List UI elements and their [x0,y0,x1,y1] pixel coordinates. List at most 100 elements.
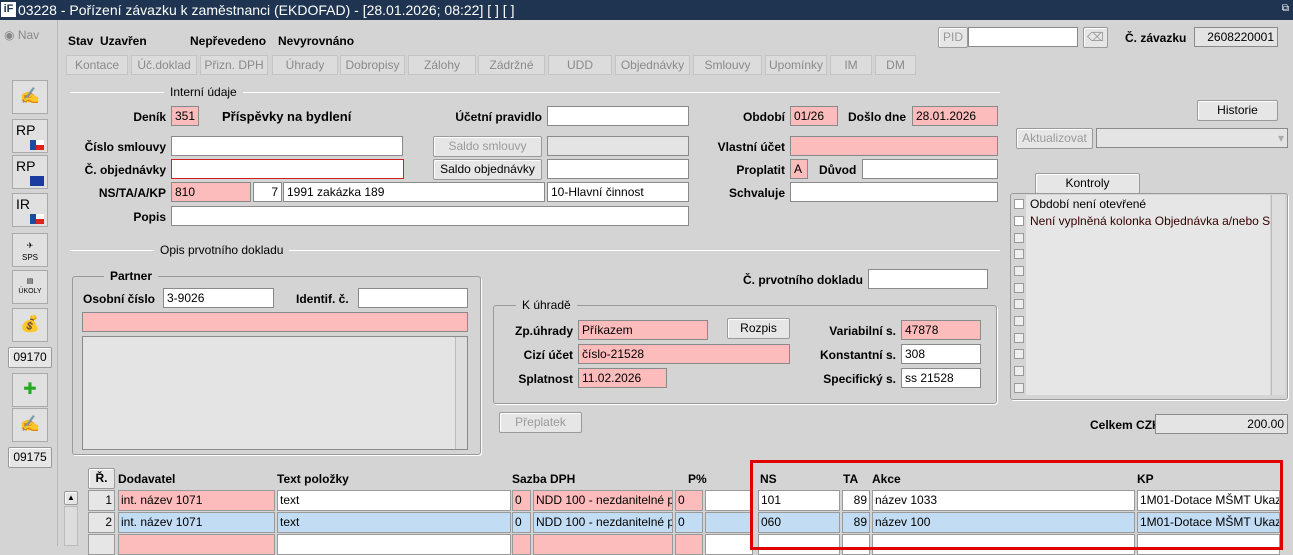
sps-icon[interactable]: ✈ SPS [12,233,48,267]
code-09170-button[interactable]: 09170 [8,347,52,368]
doslo-field[interactable]: 28.01.2026 [912,106,998,126]
aktualizovat-select[interactable]: ▾ [1096,128,1288,148]
cell-dodavatel[interactable]: int. název 1071 [118,490,275,511]
pid-input[interactable] [968,27,1078,47]
denik-field[interactable]: 351 [171,106,199,126]
tab-objednavky[interactable]: Objednávky [615,55,690,75]
kontroly-scrollbar[interactable] [1271,195,1285,395]
checkbox[interactable] [1014,266,1024,276]
cell-text[interactable]: text [277,512,511,533]
obdobi-field[interactable]: 01/26 [790,106,838,126]
rp-eu-icon[interactable]: RP [12,155,48,189]
restore-icon[interactable]: ⧉ [1282,3,1289,14]
tab-prizn-dph[interactable]: Přizn. DPH [200,55,268,75]
aktualizovat-button[interactable]: Aktualizovat [1016,128,1093,149]
tab-kontace[interactable]: Kontace [66,55,128,75]
objednavka-field[interactable] [171,159,404,179]
tab-dobropisy[interactable]: Dobropisy [340,55,405,75]
checkbox[interactable] [1014,299,1024,309]
cell-r[interactable]: 1 [88,490,115,511]
checkbox[interactable] [1014,366,1024,376]
signature-icon[interactable]: ✍ [12,80,48,114]
pid-button[interactable]: PID [938,27,968,48]
osobni-cislo-field[interactable]: 3-9026 [163,288,274,308]
cell-text[interactable]: text [277,490,511,511]
signature-icon-2[interactable]: ✍ [12,408,48,442]
partner-address-textarea[interactable] [82,336,468,450]
checkbox[interactable] [1014,383,1024,393]
ukoly-icon[interactable]: ▤ ÚKOLY [12,270,48,304]
checkbox-1[interactable] [1014,199,1024,209]
nav-toggle[interactable]: ◉ Nav [4,28,39,42]
tab-udd[interactable]: UDD [548,55,612,75]
splatnost-field[interactable]: 11.02.2026 [578,368,667,388]
address-scrollbar[interactable] [455,337,467,449]
tab-im[interactable]: IM [830,55,872,75]
clear-pid-icon[interactable]: ⌫ [1083,27,1108,48]
prvotni-doklad-field[interactable] [868,269,988,289]
historie-button[interactable]: Historie [1197,100,1278,121]
ns-field[interactable]: 810 [171,182,251,202]
cell-sazba[interactable]: 0 [512,490,531,511]
table-scrollbar[interactable] [64,506,78,546]
checkbox-2[interactable] [1014,216,1024,226]
cell-sazba[interactable]: 0 [512,512,531,533]
cell-r[interactable] [88,534,115,555]
identif-field[interactable] [358,288,468,308]
code-09175-button[interactable]: 09175 [8,447,52,468]
cell-text[interactable] [277,534,511,555]
popis-field[interactable] [171,206,689,226]
cell-dph[interactable]: NDD 100 - nezdanitelné p [533,512,673,533]
money-bag-icon[interactable]: 💰 [12,308,48,342]
checkbox[interactable] [1014,333,1024,343]
cell-r[interactable]: 2 [88,512,115,533]
tab-uhrady[interactable]: Úhrady [272,55,338,75]
zp-uhrady-field[interactable]: Příkazem [578,320,708,340]
ir-cz-icon[interactable]: IR [12,193,48,227]
cell-dph[interactable] [533,534,673,555]
partner-name-field[interactable] [82,312,468,332]
smlouva-field[interactable] [171,136,403,156]
rozpis-button[interactable]: Rozpis [727,318,790,339]
tab-dm[interactable]: DM [875,55,916,75]
tab-smlouvy[interactable]: Smlouvy [693,55,762,75]
preplatek-button[interactable]: Přeplatek [499,412,582,433]
vlastni-ucet-field[interactable] [790,136,998,156]
konstantni-field[interactable]: 308 [901,344,981,364]
cell-p[interactable]: 0 [675,512,703,533]
scroll-up-icon[interactable]: ▲ [64,491,78,505]
kp-field[interactable]: 10-Hlavní činnost [547,182,689,202]
tab-zadrzne[interactable]: Zádržné [478,55,545,75]
rp-cz-icon[interactable]: RP [12,119,48,153]
ta-field[interactable]: 7 [253,182,282,202]
cizi-ucet-field[interactable]: číslo-21528 [578,344,790,364]
col-header-row[interactable]: Ř. [88,468,115,489]
checkbox[interactable] [1014,283,1024,293]
checkbox[interactable] [1014,233,1024,243]
variabilni-field[interactable]: 47878 [901,320,981,340]
checkbox[interactable] [1014,316,1024,326]
cell-p[interactable]: 0 [675,490,703,511]
saldo-objednavky-button[interactable]: Saldo objednávky [433,159,542,180]
checkbox[interactable] [1014,349,1024,359]
ucetni-pravidlo-field[interactable] [547,106,689,126]
tab-upominky[interactable]: Upomínky [765,55,827,75]
cell-blank[interactable] [705,490,753,511]
proplatit-field[interactable]: A [790,159,808,179]
cell-blank[interactable] [705,512,753,533]
akce-field[interactable]: 1991 zakázka 189 [283,182,545,202]
cell-p[interactable] [675,534,703,555]
kontroly-button[interactable]: Kontroly [1035,173,1140,194]
tab-uc-doklad[interactable]: Úč.doklad [131,55,197,75]
cell-dodavatel[interactable] [118,534,275,555]
saldo-smlouvy-button[interactable]: Saldo smlouvy [433,136,542,157]
duvod-field[interactable] [862,159,998,179]
checkbox[interactable] [1014,249,1024,259]
tab-zalohy[interactable]: Zálohy [408,55,476,75]
cell-sazba[interactable] [512,534,531,555]
schvaluje-field[interactable] [790,182,998,202]
specificky-field[interactable]: ss 21528 [901,368,981,388]
cell-dph[interactable]: NDD 100 - nezdanitelné p [533,490,673,511]
add-document-icon[interactable]: ✚ [12,373,48,407]
cell-dodavatel[interactable]: int. název 1071 [118,512,275,533]
